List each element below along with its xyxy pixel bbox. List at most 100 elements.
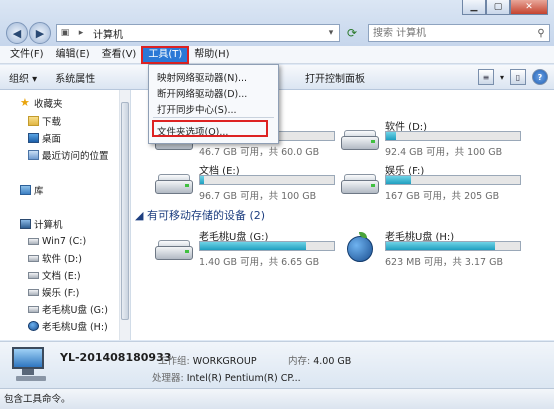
refresh-icon[interactable]: ⟳ — [343, 24, 361, 42]
drive-usage-bar — [385, 131, 521, 141]
forward-button[interactable]: ▶ — [29, 22, 51, 44]
details-pane: YL-201408180933 工作组: WORKGROUP 内存: 4.00 … — [0, 341, 554, 388]
nav-drive-f[interactable]: 娱乐 (F:) — [28, 285, 79, 299]
address-bar[interactable]: ▣ ▸ 计算机 ▾ — [56, 24, 340, 42]
workgroup-value: WORKGROUP — [192, 356, 257, 367]
help-icon[interactable]: ? — [532, 69, 548, 85]
nav-drive-h[interactable]: 老毛桃U盘 (H:) — [28, 319, 108, 333]
menu-disconnect-network-drive[interactable]: 断开网络驱动器(D)... — [157, 86, 247, 100]
processor-label: 处理器: — [152, 373, 184, 384]
organize-button[interactable]: 组织 ▾ — [0, 70, 46, 85]
nav-downloads[interactable]: 下载 — [28, 114, 61, 128]
menu-bar: 文件(F) 编辑(E) 查看(V) 工具(T) 帮助(H) — [0, 45, 554, 64]
drive-usage-fill — [386, 242, 495, 250]
menu-tools[interactable]: 工具(T) — [141, 45, 190, 64]
nav-desktop[interactable]: 桌面 — [28, 131, 61, 145]
folder-options-highlight — [152, 120, 268, 137]
memory-value: 4.00 GB — [313, 356, 352, 367]
window-controls: ▁ ▢ ✕ — [462, 0, 548, 15]
view-dropdown-icon[interactable]: ▾ — [500, 73, 504, 82]
drive-icon — [28, 237, 39, 245]
computer-icon — [20, 219, 31, 229]
drive-f-tile[interactable]: 娱乐 (F:) 167 GB 可用，共 205 GB — [331, 162, 521, 202]
view-controls: ≡ ▾ ▯ ? — [477, 69, 548, 85]
minimize-icon[interactable]: ▁ — [462, 0, 486, 15]
nav-drive-g[interactable]: 老毛桃U盘 (G:) — [28, 302, 108, 316]
drive-g-tile[interactable]: 老毛桃U盘 (G:) 1.40 GB 可用，共 6.65 GB — [145, 228, 335, 268]
preview-pane-icon[interactable]: ▯ — [510, 69, 526, 85]
drive-space-info: 92.4 GB 可用，共 100 GB — [385, 147, 503, 158]
drive-h-tile[interactable]: 老毛桃U盘 (H:) 623 MB 可用，共 3.17 GB — [331, 228, 521, 268]
nav-label: 娱乐 (F:) — [42, 288, 80, 299]
drive-icon — [28, 271, 39, 279]
back-button[interactable]: ◀ — [6, 22, 28, 44]
nav-drive-e[interactable]: 文档 (E:) — [28, 268, 81, 282]
star-icon: ★ — [20, 96, 30, 109]
nav-drive-d[interactable]: 软件 (D:) — [28, 251, 82, 265]
drive-usage-fill — [386, 132, 397, 140]
section-label: 有可移动存储的设备 (2) — [146, 209, 266, 222]
nav-label: 老毛桃U盘 (G:) — [42, 305, 108, 316]
menu-view[interactable]: 查看(V) — [96, 47, 143, 63]
nav-label: 桌面 — [42, 134, 62, 145]
nav-drive-c[interactable]: Win7 (C:) — [28, 234, 86, 248]
processor-field: 处理器: Intel(R) Pentium(R) CP... — [152, 370, 301, 384]
organize-label: 组织 — [9, 73, 29, 85]
menu-help[interactable]: 帮助(H) — [188, 47, 235, 63]
search-box[interactable]: ⚲ — [368, 24, 550, 42]
search-input[interactable] — [369, 26, 533, 40]
navigation-pane: ★ 收藏夹 下载 桌面 最近访问的位置 库 计算机 Win7 (C:) 软件 (D… — [0, 90, 131, 340]
nav-label: 库 — [34, 186, 44, 197]
drive-icon — [28, 254, 39, 262]
drive-d-tile[interactable]: 软件 (D:) 92.4 GB 可用，共 100 GB — [331, 118, 521, 158]
control-panel-button[interactable]: 打开控制面板 — [296, 70, 374, 85]
drive-usage-fill — [200, 176, 205, 184]
nav-label: Win7 (C:) — [42, 235, 87, 247]
drive-space-info: 46.7 GB 可用，共 60.0 GB — [199, 147, 320, 158]
usb-apple-icon — [341, 232, 379, 262]
drive-usage-fill — [386, 176, 411, 184]
workgroup-label: 工作组: — [158, 356, 190, 367]
drive-space-info: 623 MB 可用，共 3.17 GB — [385, 257, 503, 268]
library-icon — [20, 185, 31, 195]
processor-value: Intel(R) Pentium(R) CP... — [186, 373, 301, 384]
nav-recent[interactable]: 最近访问的位置 — [28, 148, 109, 162]
hard-drive-icon — [341, 174, 379, 196]
nav-label: 计算机 — [34, 220, 63, 231]
computer-small-icon: ▣ — [60, 28, 70, 38]
view-options-icon[interactable]: ≡ — [477, 69, 494, 85]
nav-scrollbar[interactable] — [119, 90, 130, 340]
drive-space-info: 167 GB 可用，共 205 GB — [385, 191, 500, 202]
nav-libraries[interactable]: 库 — [20, 183, 44, 197]
maximize-icon[interactable]: ▢ — [486, 0, 510, 15]
explorer-window: ▁ ▢ ✕ ◀ ▶ ▣ ▸ 计算机 ▾ ⟳ ⚲ 文件(F) 编辑(E) 查看(V… — [0, 0, 554, 409]
usb-apple-icon — [28, 321, 39, 331]
scrollbar-thumb[interactable] — [121, 102, 129, 320]
computer-name: YL-201408180933 — [60, 351, 172, 364]
search-icon[interactable]: ⚲ — [533, 28, 549, 39]
menu-file[interactable]: 文件(F) — [4, 47, 50, 63]
breadcrumb-chevron-icon[interactable]: ▸ — [73, 28, 89, 38]
drive-space-info: 1.40 GB 可用，共 6.65 GB — [199, 257, 320, 268]
nav-label: 收藏夹 — [34, 99, 63, 110]
menu-open-sync-center[interactable]: 打开同步中心(S)... — [157, 102, 237, 116]
nav-favorites[interactable]: ★ 收藏夹 — [20, 96, 63, 110]
nav-label: 软件 (D:) — [42, 254, 82, 265]
system-properties-button[interactable]: 系统属性 — [46, 70, 104, 85]
removable-section-header[interactable]: ◢ 有可移动存储的设备 (2) — [135, 207, 265, 223]
address-path[interactable]: 计算机 — [89, 26, 323, 41]
memory-field: 内存: 4.00 GB — [288, 353, 351, 367]
address-dropdown-icon[interactable]: ▾ — [323, 28, 339, 38]
menu-map-network-drive[interactable]: 映射网络驱动器(N)... — [157, 70, 247, 84]
tools-menu: 映射网络驱动器(N)... 断开网络驱动器(D)... 打开同步中心(S)...… — [148, 64, 279, 144]
nav-computer[interactable]: 计算机 — [20, 217, 63, 231]
menu-edit[interactable]: 编辑(E) — [50, 47, 96, 63]
usb-drive-icon — [28, 305, 39, 313]
close-icon[interactable]: ✕ — [510, 0, 548, 15]
status-bar: 包含工具命令。 — [0, 388, 554, 409]
computer-large-icon — [12, 347, 48, 383]
memory-label: 内存: — [288, 356, 311, 367]
drive-e-tile[interactable]: 文档 (E:) 96.7 GB 可用，共 100 GB — [145, 162, 335, 202]
drive-usage-bar — [385, 175, 521, 185]
nav-label: 最近访问的位置 — [42, 151, 109, 162]
